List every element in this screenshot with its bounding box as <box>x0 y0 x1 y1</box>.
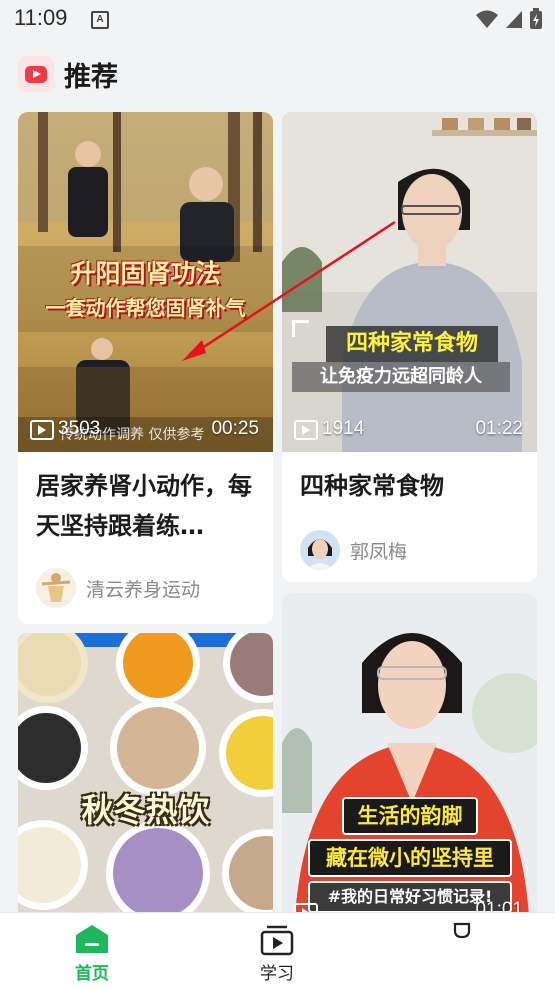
avatar <box>36 568 76 608</box>
video-play-icon <box>30 420 54 440</box>
tab-learn-label: 学习 <box>260 964 294 984</box>
thumbnail-caption-main: 生活的韵脚 <box>342 797 478 835</box>
video-card[interactable]: 秋冬热饮 <box>18 633 273 933</box>
author-name: 清云养身运动 <box>86 578 201 601</box>
video-card[interactable]: 四种家常食物 让免疫力远超同龄人 1914 01:22 四种家常食物 郭凤梅 <box>282 112 537 582</box>
profile-icon <box>453 922 471 939</box>
learn-video-icon <box>260 925 294 956</box>
tab-profile[interactable] <box>402 913 522 989</box>
video-thumbnail[interactable]: 四种家常食物 让免疫力远超同龄人 1914 01:22 <box>282 112 537 452</box>
video-play-icon <box>294 420 318 440</box>
home-icon <box>76 925 108 953</box>
status-time: 11:09 <box>14 5 68 30</box>
view-count: 1914 <box>322 418 365 439</box>
signal-icon <box>506 11 522 28</box>
video-duration: 00:25 <box>211 418 259 439</box>
corner-bracket <box>292 320 309 337</box>
video-card[interactable]: 升阳固肾功法 一套动作帮您固肾补气 传统动作调养 仅供参考 3503 00:25… <box>18 112 273 624</box>
notification-icon: A <box>91 11 109 29</box>
video-thumbnail[interactable]: 升阳固肾功法 一套动作帮您固肾补气 传统动作调养 仅供参考 3503 00:25 <box>18 112 273 452</box>
wifi-icon <box>476 10 498 28</box>
thumbnail-caption-main: 四种家常食物 <box>326 326 498 362</box>
video-play-logo-icon <box>18 56 54 92</box>
page-title: 推荐 <box>64 61 118 93</box>
tab-home-label: 首页 <box>75 964 109 984</box>
author-info[interactable]: 郭凤梅 <box>300 530 407 570</box>
thumbnail-caption-main: 秋冬热饮 <box>81 791 210 829</box>
view-count: 3503 <box>58 418 101 439</box>
battery-icon <box>530 8 542 29</box>
thumbnail-image <box>282 112 537 452</box>
thumbnail-caption-sub: 一套动作帮您固肾补气 <box>45 296 246 320</box>
video-thumbnail[interactable]: 秋冬热饮 <box>18 633 273 933</box>
system-icons <box>475 8 543 30</box>
tab-home[interactable]: 首页 <box>32 913 152 989</box>
video-duration: 01:22 <box>475 418 523 439</box>
thumbnail-caption-sub: 让免疫力远超同龄人 <box>292 362 510 392</box>
video-thumbnail[interactable]: 生活的韵脚 藏在微小的坚持里 #我的日常好习惯记录! 01:01 <box>282 593 537 933</box>
thumbnail-caption-sub: 藏在微小的坚持里 <box>308 839 512 877</box>
bottom-tab-bar: 首页 学习 <box>0 912 555 989</box>
avatar <box>300 530 340 570</box>
page-header: 推荐 <box>18 54 118 94</box>
author-name: 郭凤梅 <box>350 540 408 563</box>
tab-learn[interactable]: 学习 <box>217 913 337 989</box>
author-info[interactable]: 清云养身运动 <box>36 568 200 608</box>
video-card[interactable]: 生活的韵脚 藏在微小的坚持里 #我的日常好习惯记录! 01:01 <box>282 593 537 933</box>
status-bar: 11:09 A <box>0 0 555 40</box>
thumbnail-image <box>18 633 273 933</box>
thumbnail-caption-main: 升阳固肾功法 <box>70 259 221 288</box>
video-title[interactable]: 四种家常食物 <box>300 466 521 506</box>
video-title[interactable]: 居家养肾小动作，每天坚持跟着练… <box>36 466 257 546</box>
